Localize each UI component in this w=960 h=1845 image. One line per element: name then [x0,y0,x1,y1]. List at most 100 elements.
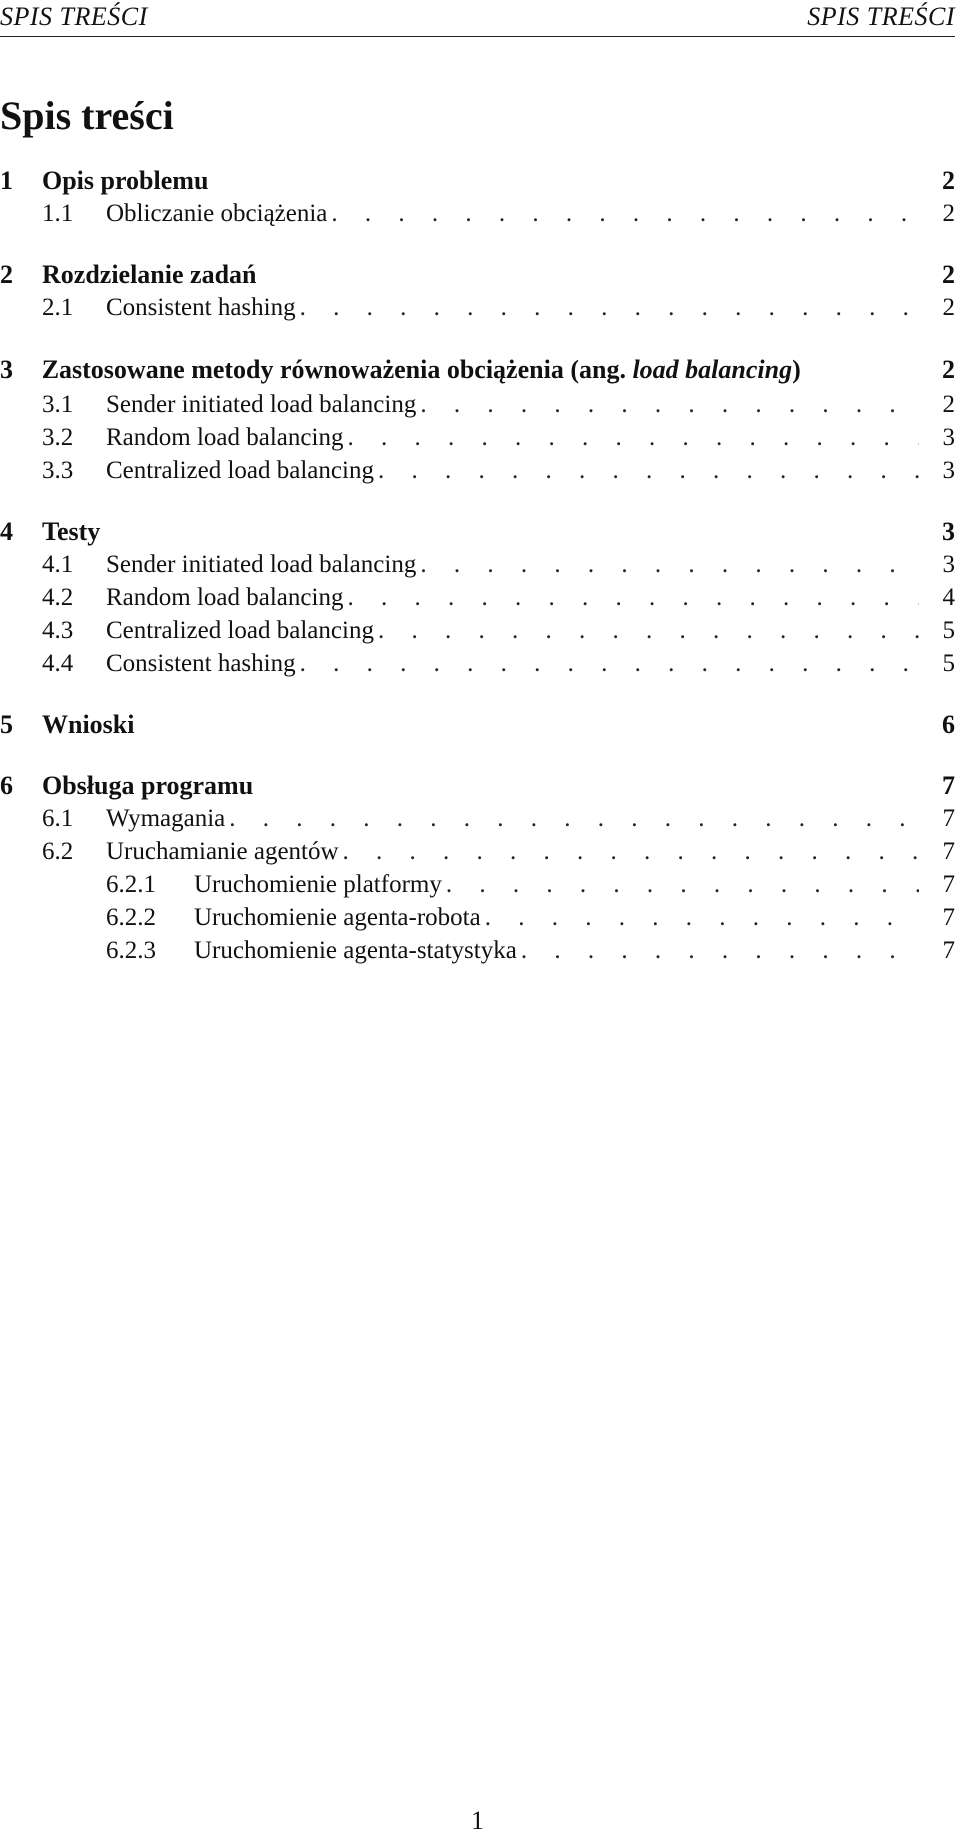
toc-entry-number: 4.1 [42,551,74,578]
toc-entry-number: 2 [0,260,13,289]
toc-entry-number: 3.2 [42,424,74,451]
page-number: 1 [471,1806,484,1835]
toc-entry[interactable]: 4.2 Random load balancing . . . . . . . … [0,581,955,614]
toc-entry[interactable]: 6.2.1 Uruchomienie platformy . . . . . .… [0,868,955,901]
toc-entry-number: 3.3 [42,457,74,484]
toc-entry-title: Random load balancing [106,584,344,611]
title-part: ) [792,355,801,384]
toc-entry-title: Rozdzielanie zadań [42,260,257,289]
toc-entry-page: 7 [942,838,956,865]
dot-leader: . . . . . . . . . . . . . . . . . . . . … [377,457,919,484]
toc-entry-page: 2 [942,200,956,227]
toc-entry-title: Sender initiated load balancing [106,391,417,418]
toc-entry-title: Uruchomienie agenta-robota [194,904,481,931]
toc-entry[interactable]: 5 Wnioski . . . . . . . . . . . . . . . … [0,708,955,741]
dot-leader: . . . . . . . . . . . . . . . . . . . . … [229,805,919,832]
dot-leader: . . . . . . . . . . . . . . . . . . . . … [377,617,919,644]
toc-entry-page: 3 [942,551,956,578]
toc-entry[interactable]: 2 Rozdzielanie zadań . . . . . . . . . .… [0,258,955,291]
toc-entry[interactable]: 4.4 Consistent hashing . . . . . . . . .… [0,647,955,680]
toc-entry-number: 6.1 [42,805,74,832]
toc-entry[interactable]: 4 Testy . . . . . . . . . . . . . . . . … [0,515,955,548]
title-part: Zastosowane metody równoważenia obciążen… [41,355,633,384]
toc-entry-page: 2 [942,355,955,384]
toc-entry-number: 4.4 [42,650,74,677]
dot-leader: . . . . . . . . . . . . . . . . . . . . … [299,650,919,677]
toc-entry[interactable]: 3.2 Random load balancing . . . . . . . … [0,421,955,454]
dot-leader: . . . . . . . . . . . . . . . . . . . . … [347,584,919,611]
dot-leader: . . . . . . . . . . . . . . . . . . . . … [331,200,919,227]
toc-entry-page: 7 [942,871,956,898]
toc-entry[interactable]: 6 Obsługa programu . . . . . . . . . . .… [0,769,955,802]
running-header: SPIS TREŚCI SPIS TREŚCI [0,0,955,37]
toc-entry-title: Uruchamianie agentów [106,838,339,865]
table-of-contents: 1 Opis problemu . . . . . . . . . . . . … [0,164,955,967]
toc-entry-title: Consistent hashing [106,294,296,321]
dot-leader: . . . . . . . . . . . . . . . . . . . . … [520,937,919,964]
toc-entry-number: 4 [0,517,13,546]
toc-entry-title: Uruchomienie platformy [194,871,442,898]
toc-entry-title: Obliczanie obciążenia [106,200,328,227]
toc-entry-number: 6.2.2 [106,904,156,931]
toc-entry-title: Opis problemu [42,166,209,195]
toc-entry-page: 2 [942,260,955,289]
toc-entry[interactable]: 3.3 Centralized load balancing . . . . .… [0,454,955,487]
toc-entry-title: Consistent hashing [106,650,296,677]
toc-entry-number: 6.2.3 [106,937,156,964]
toc-entry-number: 3.1 [42,391,74,418]
toc-entry-number: 4.2 [42,584,74,611]
header-right-text: SPIS TREŚCI [807,2,955,31]
title-part-italic: load balancing [632,355,793,384]
toc-entry-page: 3 [942,424,956,451]
toc-entry-page: 7 [942,937,956,964]
dot-leader: . . . . . . . . . . . . . . . . . . . . … [347,424,919,451]
toc-entry-title: Uruchomienie agenta-statystyka [194,937,517,964]
toc-entry[interactable]: 6.2 Uruchamianie agentów . . . . . . . .… [0,835,955,868]
toc-entry-title: Testy [42,517,101,546]
toc-entry-number: 6.2 [42,838,74,865]
header-left-text: SPIS TREŚCI [0,2,148,31]
toc-entry[interactable]: 6.2.2 Uruchomienie agenta-robota . . . .… [0,901,955,934]
toc-title: Spis treści [0,93,174,138]
toc-entry[interactable]: 6.1 Wymagania . . . . . . . . . . . . . … [0,802,955,835]
toc-entry-page: 2 [942,166,955,195]
dot-leader: . . . . . . . . . . . . . . . . . . . . … [484,904,919,931]
toc-entry-number: 3 [0,355,13,384]
dot-leader: . . . . . . . . . . . . . . . . . . . . … [299,294,919,321]
toc-entry[interactable]: 6.2.3 Uruchomienie agenta-statystyka . .… [0,934,955,967]
toc-entry-page: 7 [942,904,956,931]
toc-entry-page: 7 [942,771,955,800]
toc-entry-title: Wnioski [42,710,135,739]
toc-entry-title: Wymagania [106,805,226,832]
toc-entry-title: Zastosowane metody równoważenia obciążen… [42,352,916,388]
toc-entry-number: 2.1 [42,294,74,321]
toc-entry[interactable]: 2.1 Consistent hashing . . . . . . . . .… [0,291,955,324]
toc-entry-title: Centralized load balancing [106,617,374,644]
toc-entry-number: 6.2.1 [106,871,156,898]
dot-leader: . . . . . . . . . . . . . . . . . . . . … [420,551,919,578]
toc-entry-page: 3 [942,517,955,546]
toc-entry-page: 2 [942,391,956,418]
toc-entry-number: 1.1 [42,200,74,227]
dot-leader: . . . . . . . . . . . . . . . . . . . . … [420,391,919,418]
toc-entry-page: 6 [942,710,955,739]
toc-entry-page: 4 [942,584,956,611]
toc-entry[interactable]: 1 Opis problemu . . . . . . . . . . . . … [0,164,955,197]
toc-entry-page: 2 [942,294,956,321]
toc-entry-number: 1 [0,166,13,195]
toc-entry-page: 3 [942,457,956,484]
toc-entry[interactable]: 4.3 Centralized load balancing . . . . .… [0,614,955,647]
toc-entry-page: 7 [942,805,956,832]
toc-entry-title: Sender initiated load balancing [106,551,417,578]
toc-entry[interactable]: 4.1 Sender initiated load balancing . . … [0,548,955,581]
toc-entry[interactable]: 3.1 Sender initiated load balancing . . … [0,388,955,421]
toc-entry-title: Random load balancing [106,424,344,451]
dot-leader: . . . . . . . . . . . . . . . . . . . . … [342,838,919,865]
toc-entry[interactable]: 1.1 Obliczanie obciążenia . . . . . . . … [0,197,955,230]
toc-entry[interactable]: 3 Zastosowane metody równoważenia obciąż… [0,352,955,388]
toc-entry-number: 5 [0,710,13,739]
toc-entry-title: Obsługa programu [42,771,254,800]
toc-entry-number: 6 [0,771,13,800]
toc-entry-page: 5 [942,617,956,644]
toc-entry-number: 4.3 [42,617,74,644]
